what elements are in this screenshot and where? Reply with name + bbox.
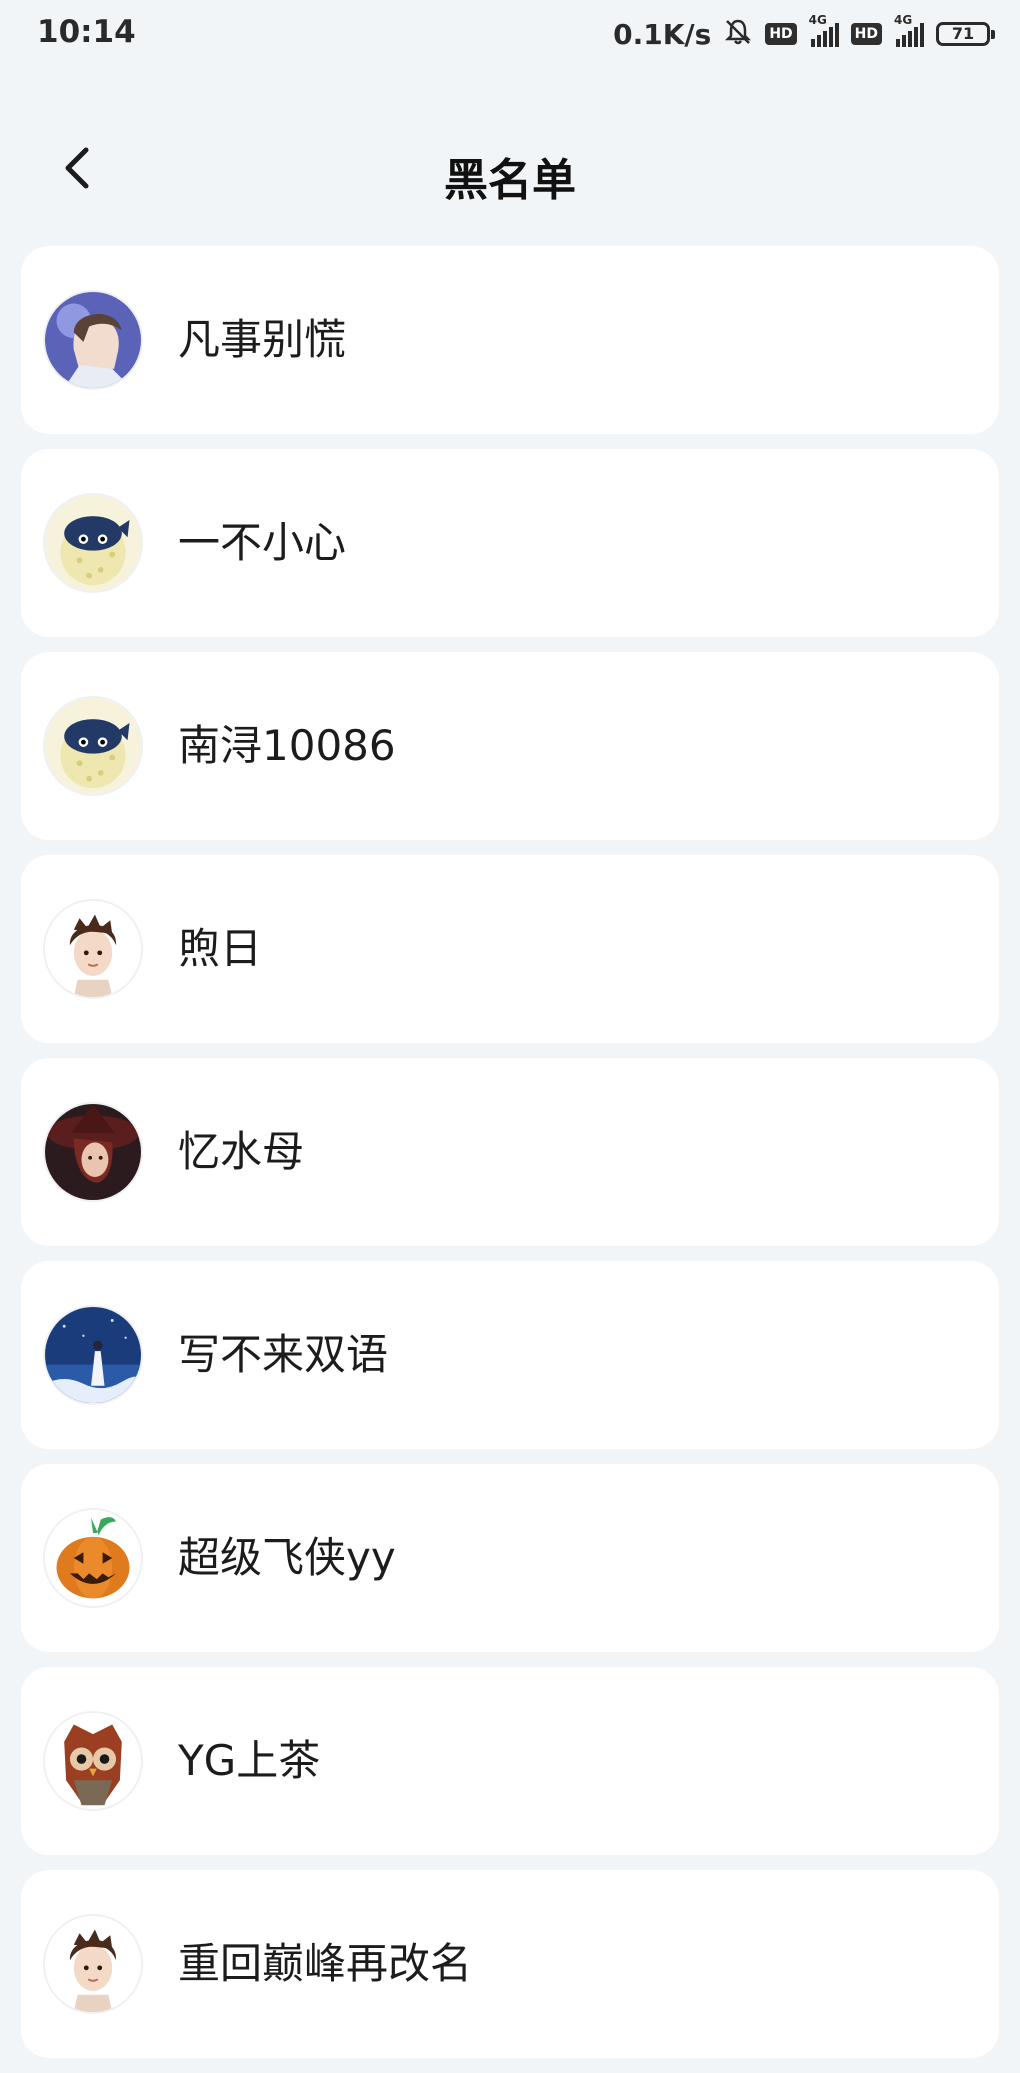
anime-boy-avatar-icon [45, 292, 141, 388]
avatar[interactable] [43, 1508, 143, 1608]
avatar[interactable] [43, 1305, 143, 1405]
blacklist-item[interactable]: 南浔10086 [21, 652, 999, 840]
witch-girl-avatar-icon [45, 1104, 141, 1200]
network-speed: 0.1K/s [613, 17, 712, 51]
blacklist-name: YG上茶 [178, 1736, 321, 1785]
blacklist-name: 南浔10086 [178, 721, 396, 770]
blacklist-name: 一不小心 [178, 518, 347, 567]
blacklist-item[interactable]: 写不来双语 [21, 1261, 999, 1449]
blacklist-name: 超级飞侠yy [178, 1533, 396, 1582]
avatar[interactable] [43, 899, 143, 999]
status-icons: 0.1K/s HD 4G HD 4G 71 [613, 12, 995, 56]
signal-4g-icon: 4G [894, 13, 924, 47]
blacklist-name: 重回巅峰再改名 [178, 1939, 473, 1988]
blacklist-item[interactable]: YG上茶 [21, 1667, 999, 1855]
hd-badge: HD [850, 23, 882, 45]
page-title: 黑名单 [444, 155, 576, 206]
cartoon-boy-avatar-icon [45, 1916, 141, 2012]
avatar[interactable] [43, 1711, 143, 1811]
night-sea-avatar-icon [45, 1307, 141, 1403]
signal-4g-icon: 4G [809, 13, 839, 47]
blacklist-name: 忆水母 [178, 1127, 305, 1176]
status-bar: 10:14 0.1K/s HD 4G HD 4G 71 [0, 0, 1020, 70]
battery-icon: 71 [936, 22, 995, 46]
status-time: 10:14 [37, 14, 136, 50]
blacklist-item[interactable]: 一不小心 [21, 449, 999, 637]
avatar[interactable] [43, 696, 143, 796]
pufferfish-avatar-icon [45, 698, 141, 794]
blacklist-item[interactable]: 重回巅峰再改名 [21, 1870, 999, 2058]
avatar[interactable] [43, 290, 143, 390]
avatar[interactable] [43, 493, 143, 593]
blacklist-list: 凡事别慌 一不小心 南浔10086 煦日 忆水母 写不来双语 超级飞侠yy YG… [21, 246, 999, 2073]
blacklist-item[interactable]: 凡事别慌 [21, 246, 999, 434]
mute-bell-icon [723, 17, 753, 51]
blacklist-name: 煦日 [178, 924, 263, 973]
blacklist-item[interactable]: 煦日 [21, 855, 999, 1043]
nav-bar: 黑名单 [0, 120, 1020, 220]
pufferfish-avatar-icon [45, 495, 141, 591]
cartoon-boy-avatar-icon [45, 901, 141, 997]
blacklist-name: 写不来双语 [178, 1330, 389, 1379]
blacklist-item[interactable]: 超级飞侠yy [21, 1464, 999, 1652]
avatar[interactable] [43, 1102, 143, 1202]
avatar[interactable] [43, 1914, 143, 2014]
blacklist-item[interactable]: 忆水母 [21, 1058, 999, 1246]
blacklist-name: 凡事别慌 [178, 315, 347, 364]
pumpkin-avatar-icon [45, 1510, 141, 1606]
hd-badge: HD [765, 23, 797, 45]
owl-avatar-icon [45, 1713, 141, 1809]
